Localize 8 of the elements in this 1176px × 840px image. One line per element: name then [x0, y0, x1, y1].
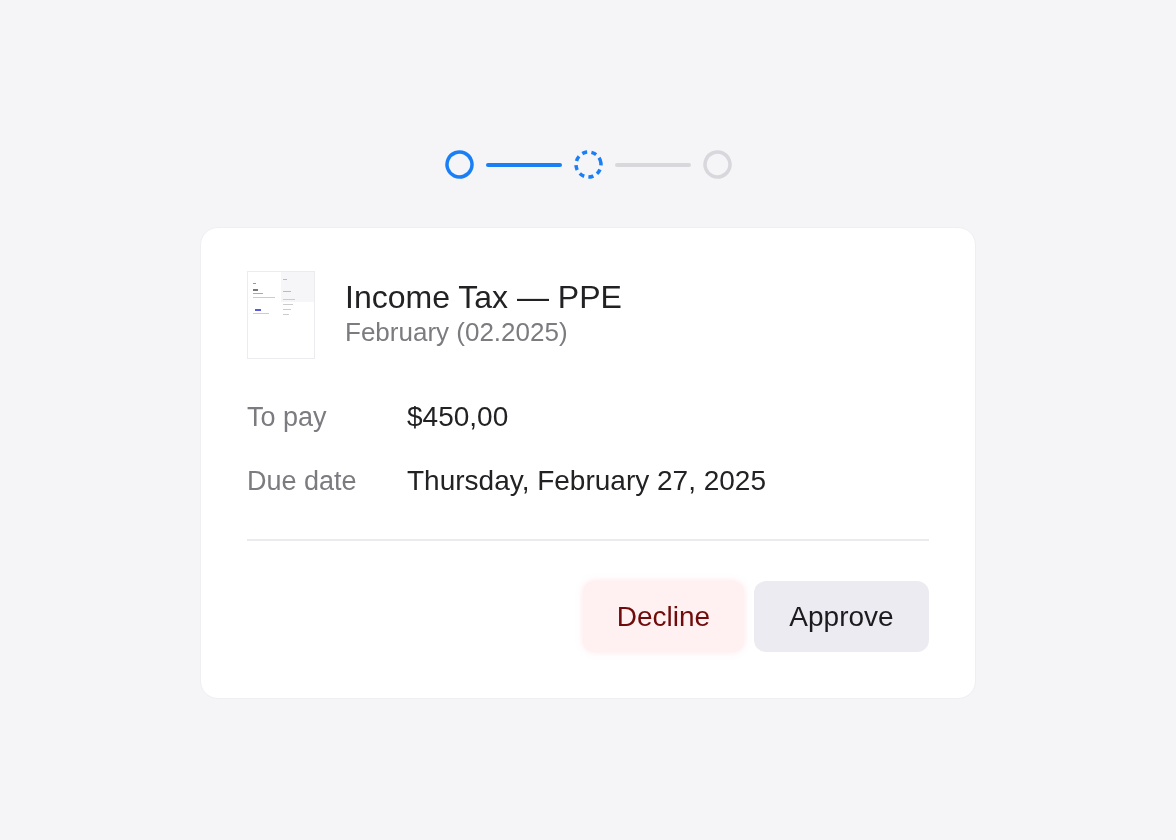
approve-button[interactable]: Approve: [754, 581, 929, 652]
document-title: Income Tax — PPE: [345, 278, 622, 316]
detail-value: Thursday, February 27, 2025: [407, 465, 766, 497]
detail-value: $450,00: [407, 401, 509, 433]
decline-button[interactable]: Decline: [583, 581, 744, 652]
detail-label: Due date: [247, 465, 358, 497]
document-period: February (02.2025): [345, 316, 569, 348]
detail-label: To pay: [247, 401, 328, 433]
